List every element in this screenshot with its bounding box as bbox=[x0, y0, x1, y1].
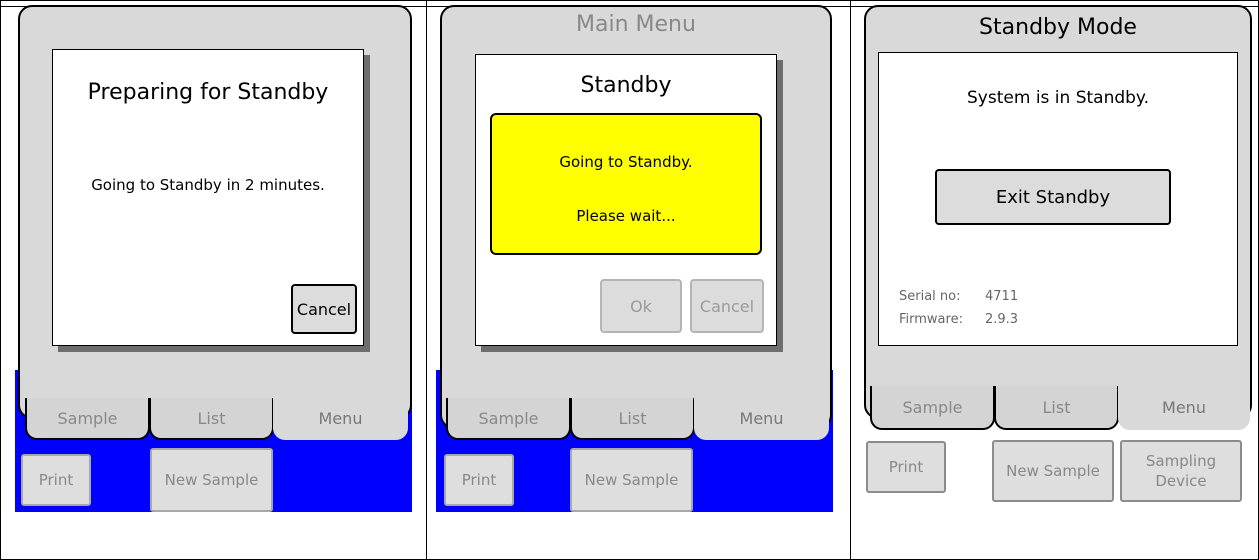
dialog-message: Going to Standby in 2 minutes. bbox=[91, 176, 325, 194]
new-sample-button[interactable]: New Sample bbox=[570, 448, 693, 512]
new-sample-button[interactable]: New Sample bbox=[992, 440, 1114, 502]
new-sample-button[interactable]: New Sample bbox=[150, 448, 273, 512]
tab-menu[interactable]: Menu bbox=[694, 398, 829, 440]
tab-sample[interactable]: Sample bbox=[25, 398, 150, 440]
tab-menu[interactable]: Menu bbox=[1118, 386, 1250, 430]
standby-dialog: Preparing for Standby Going to Standby i… bbox=[52, 49, 364, 346]
dialog-title: Preparing for Standby bbox=[87, 80, 329, 105]
cancel-button[interactable]: Cancel bbox=[291, 284, 357, 334]
firmware-value: 2.9.3 bbox=[985, 312, 1019, 327]
column-divider bbox=[426, 0, 427, 560]
cancel-button[interactable]: Cancel bbox=[690, 279, 764, 333]
serial-label: Serial no: bbox=[899, 289, 961, 304]
sampling-device-button[interactable]: Sampling Device bbox=[1120, 440, 1242, 502]
ok-button[interactable]: Ok bbox=[600, 279, 682, 333]
tab-list[interactable]: List bbox=[570, 398, 695, 440]
screen-title: Standby Mode bbox=[979, 15, 1137, 40]
standby-dialog: Standby Going to Standby. Please wait...… bbox=[475, 54, 777, 346]
tab-sample[interactable]: Sample bbox=[446, 398, 571, 440]
column-divider bbox=[850, 0, 851, 560]
status-message-line1: Going to Standby. bbox=[559, 153, 693, 171]
tab-menu[interactable]: Menu bbox=[273, 398, 408, 440]
print-button[interactable]: Print bbox=[444, 454, 514, 506]
standby-status-text: System is in Standby. bbox=[967, 88, 1149, 108]
tab-list[interactable]: List bbox=[149, 398, 274, 440]
print-button[interactable]: Print bbox=[866, 441, 946, 493]
status-message-line2: Please wait... bbox=[576, 207, 676, 225]
standby-status-box: Going to Standby. Please wait... bbox=[490, 113, 762, 255]
serial-value: 4711 bbox=[985, 289, 1019, 304]
panel-standby-wait: Main Menu Standby Going to Standby. Plea… bbox=[436, 0, 836, 520]
tab-list[interactable]: List bbox=[994, 386, 1119, 430]
screen-title: Main Menu bbox=[576, 12, 696, 37]
panel-preparing-for-standby: Preparing for Standby Going to Standby i… bbox=[15, 0, 415, 520]
firmware-label: Firmware: bbox=[899, 312, 963, 327]
tab-sample[interactable]: Sample bbox=[870, 386, 995, 430]
dialog-title: Standby bbox=[580, 73, 672, 98]
panel-standby-mode: Standby Mode System is in Standby. Exit … bbox=[862, 0, 1254, 520]
exit-standby-button[interactable]: Exit Standby bbox=[935, 169, 1171, 225]
print-button[interactable]: Print bbox=[21, 454, 91, 506]
standby-content: System is in Standby. Exit Standby Seria… bbox=[878, 52, 1238, 346]
